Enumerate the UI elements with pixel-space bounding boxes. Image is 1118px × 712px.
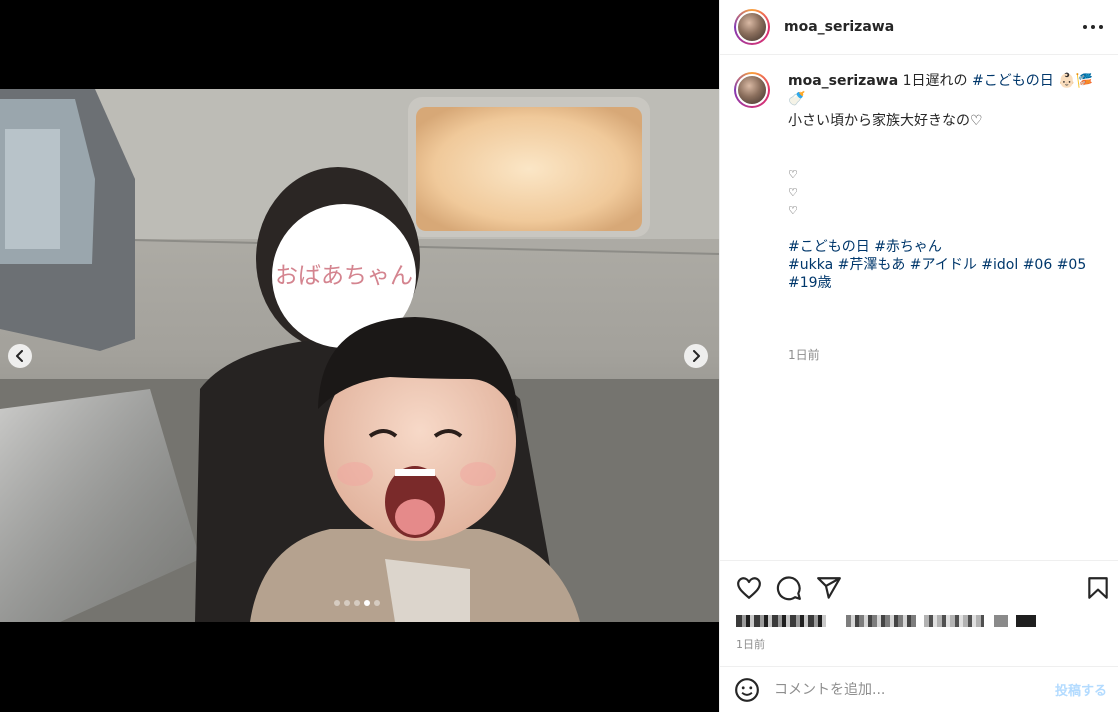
more-options-button[interactable] — [1080, 14, 1106, 40]
more-icon — [1083, 25, 1103, 29]
save-button[interactable] — [1085, 575, 1111, 601]
hashtag-link[interactable]: #19歳 — [788, 275, 832, 291]
chevron-left-icon — [16, 350, 23, 362]
post-date: 1日前 — [736, 638, 765, 651]
action-bar — [720, 560, 1118, 615]
comment-input[interactable] — [774, 681, 1034, 698]
carousel-dot — [334, 600, 340, 606]
comment-button[interactable] — [776, 575, 802, 601]
hashtag-link[interactable]: #idol — [981, 257, 1018, 273]
caption-line-2: 小さい頃から家族大好きなの♡ — [788, 113, 983, 129]
heart-icon — [737, 577, 761, 599]
post-header: moa_serizawa — [720, 0, 1118, 55]
carousel-dot — [354, 600, 360, 606]
name-overlay-text: おばあちゃん — [275, 263, 413, 289]
like-button[interactable] — [736, 575, 762, 601]
carousel-dot — [374, 600, 380, 606]
emoji-icon — [735, 677, 759, 702]
share-icon — [817, 577, 841, 599]
caption-username[interactable]: moa_serizawa — [788, 73, 898, 89]
caption-avatar[interactable] — [734, 72, 770, 108]
likes-summary-pixelated — [736, 615, 1036, 629]
photo-illustration: おばあちゃん — [0, 89, 719, 622]
hashtag-link[interactable]: #ukka — [788, 257, 833, 273]
hashtag-link[interactable]: #05 — [1057, 257, 1087, 273]
carousel-dot — [364, 600, 370, 606]
comment-icon — [776, 576, 801, 601]
emoji-button[interactable] — [734, 677, 760, 703]
hashtag-link[interactable]: #06 — [1023, 257, 1053, 273]
hashtag-link[interactable]: #赤ちゃん — [874, 239, 942, 255]
bookmark-icon — [1088, 577, 1108, 599]
next-photo-button[interactable] — [684, 344, 708, 368]
caption-first-line: moa_serizawa 1日遅れの #こどもの日 👶🏻🎏🍼 — [788, 72, 1105, 108]
hashtag-link[interactable]: #アイドル — [910, 257, 977, 273]
caption-intro-hashtag[interactable]: #こどもの日 — [972, 73, 1054, 89]
previous-photo-button[interactable] — [8, 344, 32, 368]
caption-intro-text: 1日遅れの — [902, 73, 968, 89]
caption-body: moa_serizawa 1日遅れの #こどもの日 👶🏻🎏🍼 小さい頃から家族大… — [788, 72, 1105, 364]
post-comment-button[interactable]: 投稿する — [1055, 680, 1107, 699]
hashtag-line-1: #こどもの日 #赤ちゃん — [788, 238, 1105, 256]
hashtag-line-2: #ukka #芹澤もあ #アイドル #idol #06 #05 #19歳 — [788, 256, 1105, 292]
hashtag-link[interactable]: #こどもの日 — [788, 239, 870, 255]
post-photo[interactable]: おばあちゃん — [0, 89, 719, 622]
media-pane: おばあちゃん — [0, 0, 719, 712]
caption-heart-2: ♡ — [788, 186, 798, 199]
chevron-right-icon — [693, 350, 700, 362]
share-button[interactable] — [816, 575, 842, 601]
post-details-panel: moa_serizawa moa_serizawa 1日遅れの #こどもの日 👶… — [719, 0, 1118, 712]
caption-heart-3: ♡ — [788, 204, 798, 217]
carousel-dot — [344, 600, 350, 606]
comment-box: 投稿する — [720, 666, 1118, 712]
caption-heart-1: ♡ — [788, 168, 798, 181]
carousel-indicator — [334, 600, 380, 606]
avatar[interactable] — [734, 9, 770, 45]
hashtag-link[interactable]: #芹澤もあ — [838, 257, 906, 273]
caption-area: moa_serizawa 1日遅れの #こどもの日 👶🏻🎏🍼 小さい頃から家族大… — [720, 56, 1118, 560]
caption-timestamp: 1日前 — [788, 348, 820, 362]
header-username[interactable]: moa_serizawa — [784, 19, 894, 35]
